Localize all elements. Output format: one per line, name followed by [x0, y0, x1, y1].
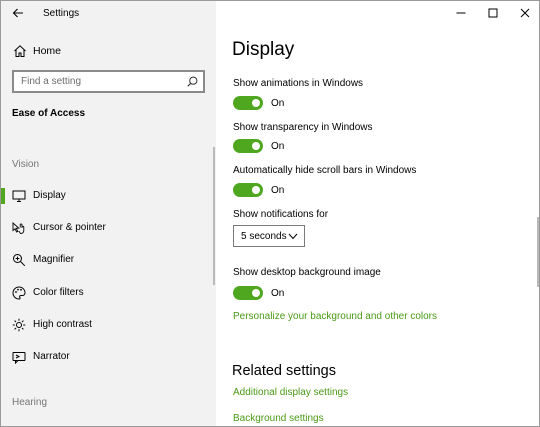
- toggle-transparency[interactable]: [233, 139, 263, 153]
- toggle-knob: [252, 142, 260, 150]
- toggle-knob: [252, 186, 260, 194]
- minimize-button[interactable]: [445, 1, 477, 25]
- notifications-duration-dropdown[interactable]: 5 seconds: [233, 225, 305, 247]
- main-content: Display Show animations in Windows On Sh…: [216, 1, 539, 426]
- close-button[interactable]: [509, 1, 539, 25]
- toggle-knob: [252, 99, 260, 107]
- chevron-down-icon: [288, 233, 298, 240]
- selection-indicator: [1, 188, 5, 204]
- dropdown-value: 5 seconds: [241, 231, 287, 242]
- sidebar-item-color-filters[interactable]: Color filters: [1, 279, 214, 307]
- minimize-icon: [456, 12, 466, 14]
- personalize-link[interactable]: Personalize your background and other co…: [233, 311, 437, 322]
- toggle-state-text: On: [271, 185, 285, 196]
- background-settings-link[interactable]: Background settings: [233, 413, 324, 424]
- sidebar-item-label: Display: [33, 190, 66, 201]
- sidebar-scrollbar[interactable]: [213, 147, 215, 285]
- search-icon[interactable]: [187, 76, 198, 87]
- narrator-icon: [12, 352, 26, 364]
- sidebar: Settings Home Ease of Access Vision Dis: [1, 1, 216, 426]
- sidebar-item-magnifier[interactable]: Magnifier: [1, 246, 214, 274]
- title-bar: Settings: [1, 1, 216, 27]
- setting-label-scroll-bars: Automatically hide scroll bars in Window…: [233, 165, 417, 176]
- monitor-icon: [12, 190, 26, 202]
- sidebar-item-label: Color filters: [33, 287, 84, 298]
- magnifier-icon: [13, 254, 26, 267]
- setting-label-animations: Show animations in Windows: [233, 78, 364, 89]
- group-label-vision: Vision: [12, 159, 40, 170]
- maximize-button[interactable]: [477, 1, 509, 25]
- setting-label-notifications: Show notifications for: [233, 209, 329, 220]
- page-title: Display: [232, 39, 295, 60]
- cursor-pointer-icon: [12, 222, 25, 235]
- toggle-state-text: On: [271, 288, 285, 299]
- window-controls: [445, 1, 539, 25]
- sidebar-item-high-contrast[interactable]: High contrast: [1, 311, 214, 339]
- close-icon: [520, 8, 530, 18]
- search-input[interactable]: [14, 72, 184, 91]
- setting-label-desktop-background: Show desktop background image: [233, 267, 381, 278]
- sidebar-item-label: Home: [33, 45, 62, 57]
- home-icon: [14, 45, 26, 57]
- toggle-state-text: On: [271, 141, 285, 152]
- related-settings-title: Related settings: [232, 363, 336, 379]
- setting-label-transparency: Show transparency in Windows: [233, 122, 373, 133]
- settings-window: Settings Home Ease of Access Vision Dis: [0, 0, 540, 427]
- toggle-scroll-bars[interactable]: [233, 183, 263, 197]
- back-arrow-icon: [12, 8, 23, 18]
- main-scrollbar[interactable]: [537, 217, 539, 287]
- toggle-knob: [252, 289, 260, 297]
- toggle-state-text: On: [271, 98, 285, 109]
- search-box[interactable]: [12, 70, 205, 93]
- sidebar-item-label: Cursor & pointer: [33, 222, 106, 233]
- sidebar-item-narrator[interactable]: Narrator: [1, 343, 214, 371]
- sidebar-item-label: High contrast: [33, 319, 92, 330]
- app-title: Settings: [43, 8, 80, 19]
- group-label-hearing: Hearing: [12, 397, 48, 408]
- back-button[interactable]: [7, 3, 29, 23]
- section-title: Ease of Access: [12, 108, 86, 119]
- additional-display-settings-link[interactable]: Additional display settings: [233, 387, 348, 398]
- high-contrast-icon: [12, 318, 26, 332]
- sidebar-item-display[interactable]: Display: [1, 182, 214, 210]
- maximize-icon: [488, 8, 498, 18]
- color-filters-icon: [12, 286, 26, 300]
- sidebar-item-label: Narrator: [33, 351, 70, 362]
- sidebar-item-cursor-pointer[interactable]: Cursor & pointer: [1, 214, 214, 242]
- sidebar-item-label: Magnifier: [33, 254, 75, 265]
- toggle-desktop-background[interactable]: [233, 286, 263, 300]
- toggle-animations[interactable]: [233, 96, 263, 110]
- sidebar-item-home[interactable]: Home: [1, 38, 216, 64]
